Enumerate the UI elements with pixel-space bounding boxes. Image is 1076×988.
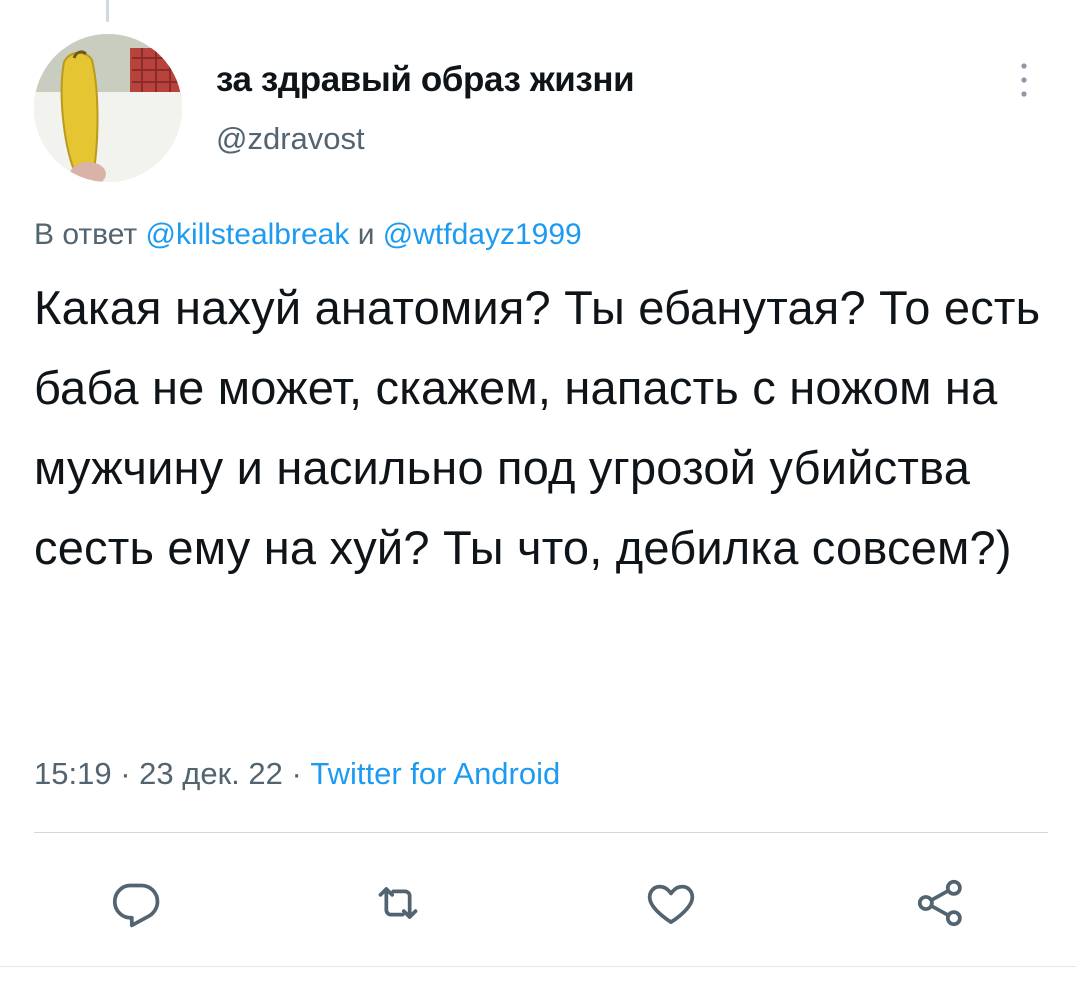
reply-user-link-2[interactable]: @wtfdayz1999 bbox=[383, 218, 582, 251]
reply-button[interactable] bbox=[101, 868, 171, 938]
avatar-banana-image bbox=[34, 34, 182, 182]
avatar[interactable] bbox=[34, 34, 182, 182]
heart-icon bbox=[647, 884, 695, 924]
tweet-text: Какая нахуй анатомия? Ты ебанутая? То ес… bbox=[34, 281, 1041, 574]
author-handle[interactable]: @zdravost bbox=[216, 121, 365, 157]
tweet-meta: 15:19 · 23 дек. 22 · Twitter for Android bbox=[34, 756, 560, 792]
thread-connector-line bbox=[106, 0, 109, 22]
more-options-button[interactable] bbox=[1004, 58, 1044, 102]
reply-prefix: В ответ bbox=[34, 218, 146, 251]
replying-to: В ответ @killstealbreak и @wtfdayz1999 bbox=[34, 218, 582, 252]
bottom-divider bbox=[0, 966, 1076, 967]
reply-bubble-icon bbox=[112, 883, 160, 928]
divider bbox=[34, 832, 1048, 833]
meta-separator: · bbox=[111, 756, 140, 791]
author-name[interactable]: за здравый образ жизни bbox=[216, 60, 635, 100]
more-vertical-icon bbox=[1021, 63, 1027, 97]
reply-user-link-1[interactable]: @killstealbreak bbox=[145, 218, 349, 251]
meta-separator: · bbox=[282, 756, 311, 791]
tweet-time[interactable]: 15:19 bbox=[34, 756, 112, 791]
retweet-button[interactable] bbox=[363, 868, 433, 938]
share-icon bbox=[917, 879, 962, 927]
action-bar bbox=[0, 868, 1076, 938]
retweet-icon bbox=[378, 887, 418, 919]
share-button[interactable] bbox=[906, 868, 976, 938]
tweet-date[interactable]: 23 дек. 22 bbox=[139, 756, 283, 791]
tweet-source-link[interactable]: Twitter for Android bbox=[310, 756, 560, 791]
reply-joiner: и bbox=[349, 218, 383, 251]
like-button[interactable] bbox=[636, 868, 706, 938]
